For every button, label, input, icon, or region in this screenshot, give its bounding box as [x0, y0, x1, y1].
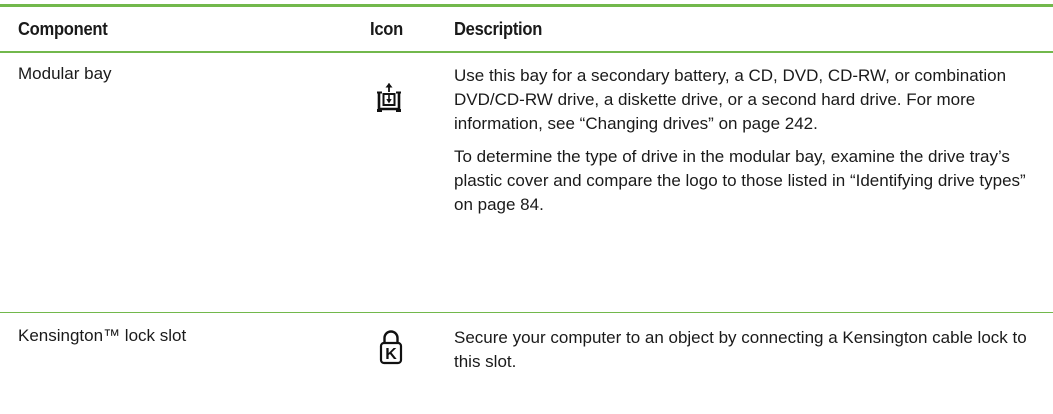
- description-paragraph: Secure your computer to an object by con…: [454, 328, 1027, 371]
- row-component-label: Modular bay: [18, 64, 112, 83]
- row-description: Secure your computer to an object by con…: [454, 326, 1044, 383]
- component-table: Component Icon Description Modular bay U…: [0, 4, 1053, 403]
- description-paragraph: To determine the type of drive in the mo…: [454, 147, 1026, 214]
- table-row: Modular bay Use this bay for a secondary…: [0, 53, 1053, 312]
- modular-bay-icon: [376, 83, 402, 113]
- description-paragraph: Use this bay for a secondary battery, a …: [454, 66, 1007, 133]
- row-component-label: Kensington™ lock slot: [18, 326, 187, 345]
- header-description: Description: [454, 19, 543, 39]
- kensington-lock-icon: K: [379, 329, 403, 365]
- header-icon: Icon: [370, 19, 403, 39]
- row-description: Use this bay for a secondary battery, a …: [454, 64, 1044, 226]
- svg-text:K: K: [385, 346, 397, 363]
- header-component: Component: [18, 19, 108, 39]
- table-header: Component Icon Description: [0, 7, 1053, 51]
- table-row: Kensington™ lock slot K Secure your comp…: [0, 313, 1053, 403]
